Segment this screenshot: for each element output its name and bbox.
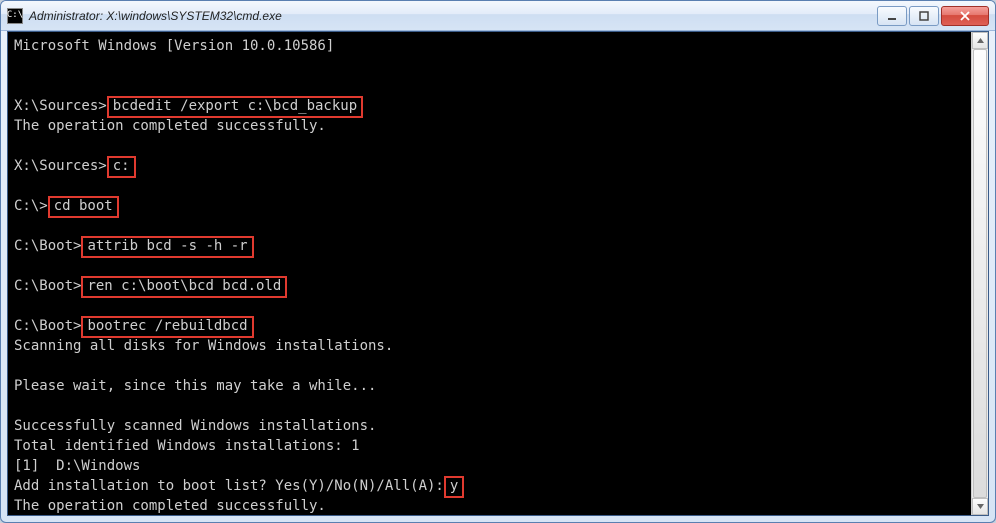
cmd-window: C:\ Administrator: X:\windows\SYSTEM32\c… [0,0,996,523]
prompt: C:\Boot> [14,238,81,254]
cmd-drive-c: c: [107,156,136,178]
vertical-scrollbar[interactable] [971,32,988,515]
prompt: X:\Sources> [14,158,107,174]
prompt: C:\Boot> [14,278,81,294]
scroll-thumb[interactable] [973,49,987,498]
output-line: Total identified Windows installations: … [14,438,360,454]
chevron-down-icon [976,502,985,511]
output-line: [1] D:\Windows [14,458,140,474]
client-area: Microsoft Windows [Version 10.0.10586] X… [7,31,989,516]
answer-y: y [444,476,464,498]
cmd-ren: ren c:\boot\bcd bcd.old [81,276,287,298]
cmd-bcdedit: bcdedit /export c:\bcd_backup [107,96,363,118]
add-prompt: Add installation to boot list? Yes(Y)/No… [14,478,444,494]
close-icon [959,11,971,21]
prompt: X:\Sources> [14,98,107,114]
prompt: C:\Boot> [14,318,81,334]
cmd-bootrec: bootrec /rebuildbcd [81,316,253,338]
maximize-button[interactable] [909,6,939,26]
cmd-cd-boot: cd boot [48,196,119,218]
chevron-up-icon [976,36,985,45]
minimize-icon [887,11,897,21]
window-title: Administrator: X:\windows\SYSTEM32\cmd.e… [29,9,877,23]
titlebar[interactable]: C:\ Administrator: X:\windows\SYSTEM32\c… [1,1,995,31]
version-line: Microsoft Windows [Version 10.0.10586] [14,38,334,54]
output-line: Please wait, since this may take a while… [14,378,376,394]
scroll-down-button[interactable] [972,498,988,515]
scroll-up-button[interactable] [972,32,988,49]
scroll-track[interactable] [972,49,988,498]
output-line: Scanning all disks for Windows installat… [14,338,393,354]
close-button[interactable] [941,6,989,26]
output-line: The operation completed successfully. [14,118,326,134]
prompt: C:\> [14,198,48,214]
window-controls [877,6,989,26]
output-line: The operation completed successfully. [14,498,326,514]
console-output[interactable]: Microsoft Windows [Version 10.0.10586] X… [8,32,971,515]
output-line: Successfully scanned Windows installatio… [14,418,376,434]
minimize-button[interactable] [877,6,907,26]
cmd-icon: C:\ [7,8,23,24]
maximize-icon [919,11,929,21]
cmd-attrib: attrib bcd -s -h -r [81,236,253,258]
